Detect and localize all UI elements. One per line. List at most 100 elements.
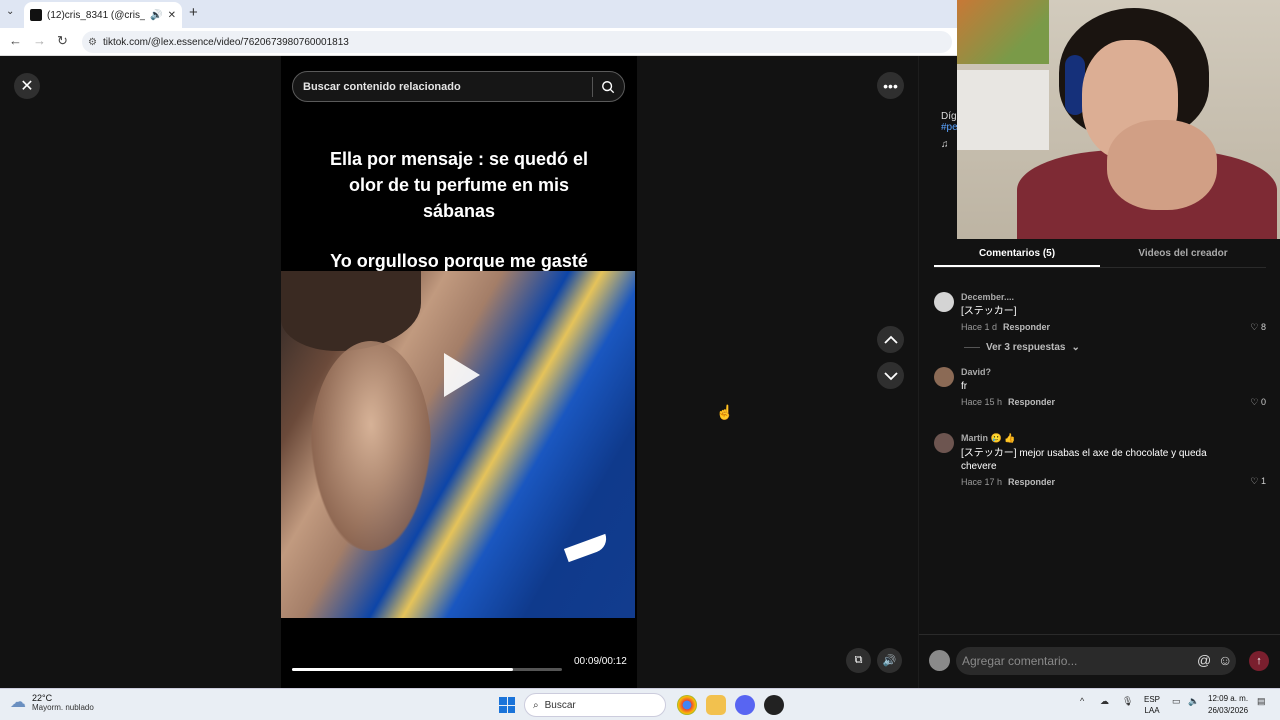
taskbar-search-label: Buscar — [544, 699, 576, 711]
avatar[interactable] — [934, 292, 954, 312]
clock-time: 12:09 a. m. — [1208, 694, 1249, 703]
previous-video-button[interactable] — [877, 326, 904, 353]
language-indicator[interactable]: ESP LAA — [1144, 694, 1160, 716]
comment-username[interactable]: Martin 🥲 👍 — [961, 433, 1266, 444]
comment-item: David? fr Hace 15 h Responder ♡ 0 — [934, 367, 1266, 407]
next-video-button[interactable] — [877, 362, 904, 389]
mention-icon[interactable]: @ — [1197, 652, 1211, 668]
reply-button[interactable]: Responder — [1008, 477, 1055, 487]
more-options-button[interactable]: ••• — [877, 72, 904, 99]
tab-comments[interactable]: Comentarios (5) — [934, 238, 1100, 267]
reply-button[interactable]: Responder — [1008, 397, 1055, 407]
send-button[interactable]: ↑ — [1249, 651, 1269, 671]
chevron-up-icon[interactable]: ^ — [1080, 696, 1084, 706]
comment-username[interactable]: December.... — [961, 292, 1266, 302]
video-hair — [281, 271, 421, 351]
comment-composer: Agregar comentario... @ ☺ ↑ — [919, 634, 1280, 688]
view-replies-button[interactable]: Ver 3 respuestas ⌄ — [964, 342, 1266, 353]
volume-button[interactable]: 🔊 — [877, 648, 902, 673]
speaker-icon[interactable]: 🔈 — [1188, 696, 1199, 707]
wall-calendar — [957, 70, 1049, 150]
back-button[interactable]: ← — [9, 33, 22, 48]
video-description: Díg #pe ♫ — [941, 111, 958, 150]
chevron-up-icon — [883, 335, 898, 344]
app-icon[interactable] — [764, 695, 784, 715]
tab-close-icon[interactable]: ✕ — [168, 10, 176, 21]
like-button[interactable]: ♡ 1 — [1250, 476, 1266, 487]
tiktok-favicon-icon — [30, 9, 42, 21]
new-tab-button[interactable]: + — [189, 4, 198, 21]
weather-text: 22°C Mayorm. nublado — [32, 693, 94, 712]
browser-tab[interactable]: (12)cris_8341 (@cris_8341) 🔊 ✕ — [24, 2, 182, 28]
comment-time: Hace 15 h — [961, 397, 1003, 407]
file-explorer-icon[interactable] — [706, 695, 726, 715]
description-text: Díg — [941, 111, 957, 122]
windows-start-icon[interactable] — [499, 697, 515, 713]
comment-placeholder: Agregar comentario... — [962, 654, 1078, 668]
comment-text: [ステッカー] mejor usabas el axe de chocolate… — [961, 448, 1207, 472]
hand-cursor-icon: ☝ — [716, 404, 734, 420]
url-field[interactable]: ⚙ tiktok.com/@lex.essence/video/76206739… — [82, 31, 952, 53]
wall-poster — [957, 0, 1049, 64]
microphone-icon[interactable]: 🎙 — [1122, 696, 1133, 707]
screen: ⌄ (12)cris_8341 (@cris_8341) 🔊 ✕ + ← → ↻… — [0, 0, 1280, 720]
taskbar-search[interactable]: ⌕ Buscar — [524, 693, 666, 717]
view-replies-label: Ver 3 respuestas — [986, 342, 1066, 353]
reply-button[interactable]: Responder — [1003, 322, 1050, 332]
heart-icon: ♡ — [1250, 322, 1259, 332]
weather-desc: Mayorm. nublado — [32, 702, 94, 712]
weather-widget[interactable]: ☁ 22°C Mayorm. nublado — [10, 692, 94, 712]
pip-icon: ⧉ — [854, 654, 863, 666]
display-icon[interactable]: ▭ — [1172, 696, 1181, 707]
avatar[interactable] — [934, 367, 954, 387]
search-icon[interactable] — [601, 80, 615, 94]
chevron-down-icon — [883, 371, 898, 380]
tab-title: (12)cris_8341 (@cris_8341) — [47, 9, 146, 21]
like-count: 8 — [1260, 322, 1266, 332]
site-info-icon[interactable]: ⚙ — [88, 37, 97, 48]
chevron-down-icon: ⌄ — [1071, 342, 1080, 353]
volume-icon: 🔊 — [882, 655, 897, 667]
related-search-input[interactable]: Buscar contenido relacionado — [292, 71, 625, 102]
tab-creator-videos[interactable]: Videos del creador — [1100, 238, 1266, 267]
comment-input[interactable]: Agregar comentario... @ ☺ — [956, 647, 1236, 675]
reload-button[interactable]: ↻ — [57, 33, 68, 49]
like-count: 1 — [1260, 476, 1266, 486]
emoji-icon[interactable]: ☺ — [1218, 652, 1232, 668]
keyboard-layout: LAA — [1144, 706, 1160, 715]
notification-icon[interactable]: ▤ — [1257, 696, 1266, 707]
comment-time: Hace 1 d — [961, 322, 998, 332]
clock-date: 26/03/2026 — [1208, 706, 1249, 715]
avatar[interactable] — [934, 433, 954, 453]
like-button[interactable]: ♡ 8 — [1250, 322, 1266, 333]
music-icon[interactable]: ♫ — [941, 139, 958, 150]
like-button[interactable]: ♡ 0 — [1250, 397, 1266, 408]
chrome-icon[interactable] — [677, 695, 697, 715]
comment-meta: Hace 17 h Responder — [961, 477, 1266, 487]
comment-time: Hace 17 h — [961, 477, 1003, 487]
tab-search-icon[interactable]: ⌄ — [6, 6, 14, 17]
audio-playing-icon[interactable]: 🔊 — [150, 10, 162, 21]
video-frame — [281, 271, 635, 618]
network-icon[interactable]: ☁ — [1100, 696, 1109, 707]
hashtag-link[interactable]: #pe — [941, 122, 958, 133]
comment-username[interactable]: David? — [961, 367, 1266, 377]
like-count: 0 — [1260, 397, 1266, 407]
webcam-hand — [1107, 120, 1217, 210]
floating-player-button[interactable]: ⧉ — [846, 648, 871, 673]
webcam-overlay — [957, 0, 1280, 239]
avatar[interactable] — [929, 650, 950, 671]
discord-icon[interactable] — [735, 695, 755, 715]
play-icon[interactable] — [444, 353, 480, 397]
close-button[interactable]: ✕ — [14, 73, 40, 99]
language-code: ESP — [1144, 695, 1161, 704]
weather-temp: 22°C — [32, 692, 53, 703]
system-clock[interactable]: 12:09 a. m. 26/03/2026 — [1208, 693, 1248, 717]
comment-item: December.... [ステッカー] Hace 1 d Responder ♡… — [934, 292, 1266, 332]
video-progress-bar[interactable] — [292, 668, 562, 671]
video-player[interactable]: Buscar contenido relacionado Ella por me… — [281, 56, 637, 688]
forward-button[interactable]: → — [33, 33, 46, 48]
arrow-up-icon: ↑ — [1256, 655, 1262, 667]
video-progress-fill — [292, 668, 514, 671]
comment-meta: Hace 15 h Responder — [961, 397, 1266, 407]
